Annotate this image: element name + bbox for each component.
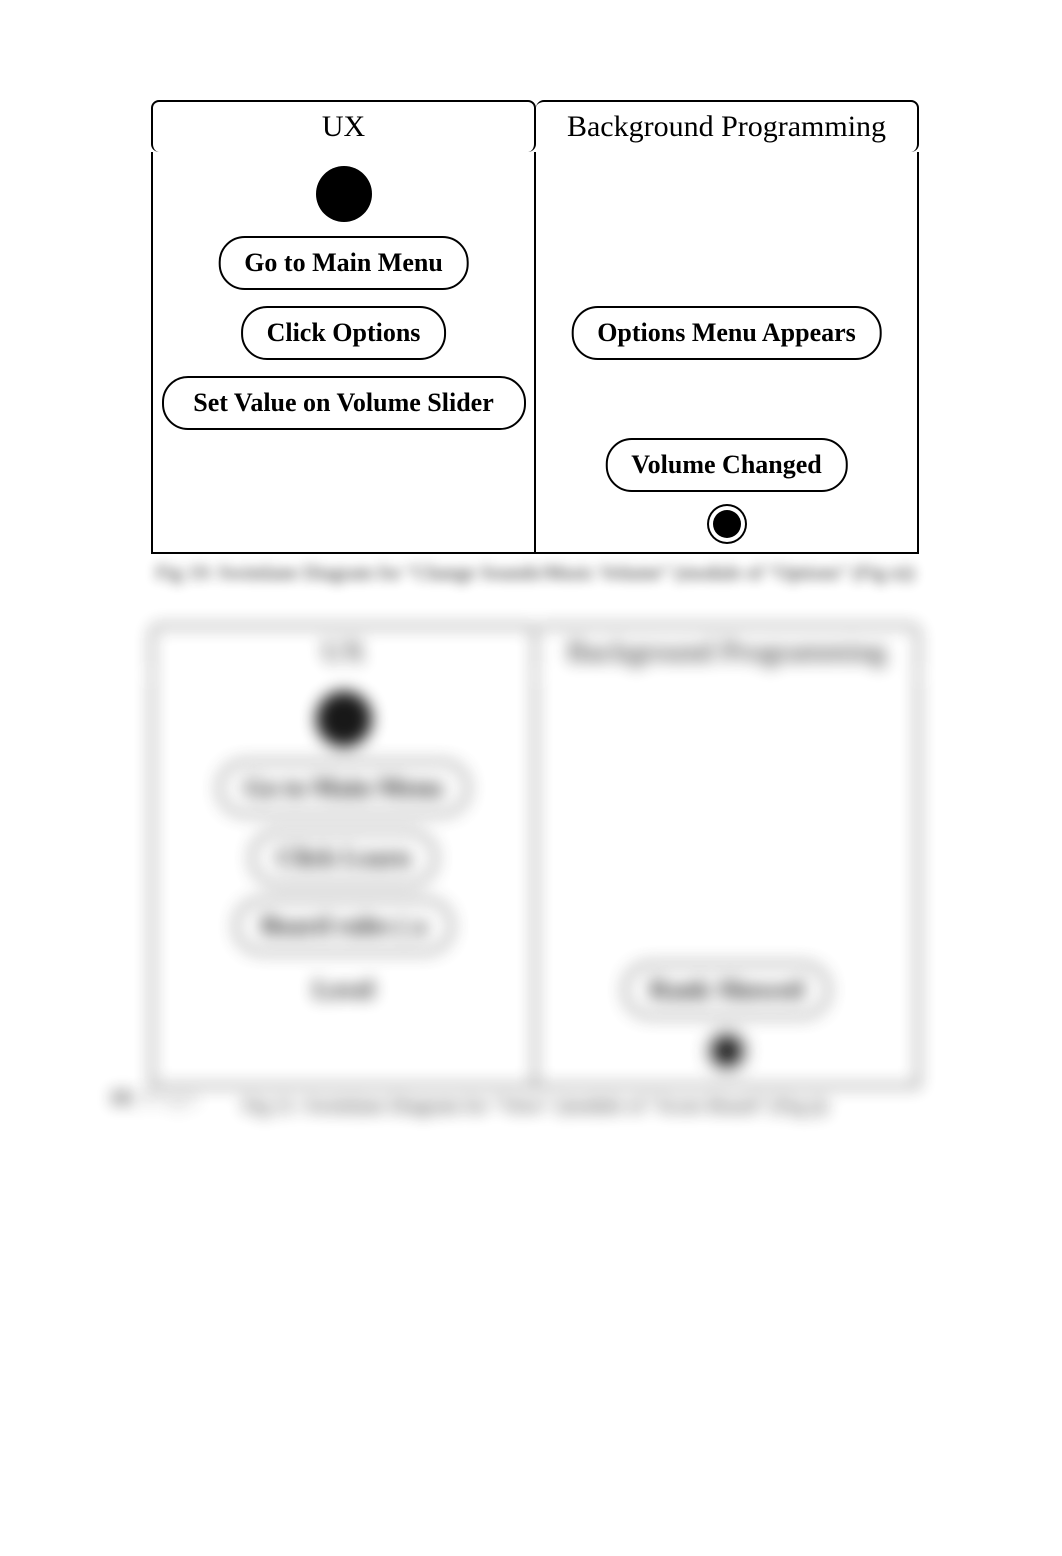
swimlane-diagram-1: UX Background Programming Go to Main Men… xyxy=(151,100,919,585)
lane-bg: Rank Showed xyxy=(534,677,917,1085)
lane-header-bg: Background Programming xyxy=(536,100,919,152)
activity-click-options: Click Options xyxy=(241,306,447,360)
lane-ux: Go to Main Menu Click Learn Board rules … xyxy=(153,677,534,1085)
lane-header-ux: UX xyxy=(151,100,536,152)
lane-bg: Options Menu Appears Volume Changed xyxy=(534,152,917,552)
label-level: Level xyxy=(313,975,374,1005)
lane-header-bg: Background Programming xyxy=(536,625,919,677)
page-footer: 10 | P a g e xyxy=(110,1087,197,1110)
activity-volume-changed: Volume Changed xyxy=(605,438,847,492)
swimlane-diagram-2: UX Background Programming Go to Main Men… xyxy=(151,625,919,1118)
diagram-caption: Fig 21: Swimlane Diagram for "View" (mod… xyxy=(151,1095,919,1118)
start-node-icon xyxy=(316,166,372,222)
lane-ux: Go to Main Menu Click Options Set Value … xyxy=(153,152,534,552)
activity-go-main-menu: Go to Main Menu xyxy=(218,236,469,290)
activity-rank-showed: Rank Showed xyxy=(624,963,830,1017)
lane-header-ux: UX xyxy=(151,625,536,677)
end-node-icon xyxy=(713,510,741,538)
start-node-icon xyxy=(316,691,372,747)
page-number: 10 xyxy=(110,1087,135,1109)
end-node-icon xyxy=(713,1037,741,1065)
activity-click-learn: Click Learn xyxy=(251,831,437,885)
activity-options-appears: Options Menu Appears xyxy=(571,306,882,360)
activity-board-rules: Board rules ( a xyxy=(235,899,452,953)
diagram-caption: Fig 19: Swimlane Diagram for "Change Sou… xyxy=(151,562,919,585)
activity-go-main-menu: Go to Main Menu xyxy=(218,761,469,815)
activity-set-volume: Set Value on Volume Slider xyxy=(162,376,526,430)
